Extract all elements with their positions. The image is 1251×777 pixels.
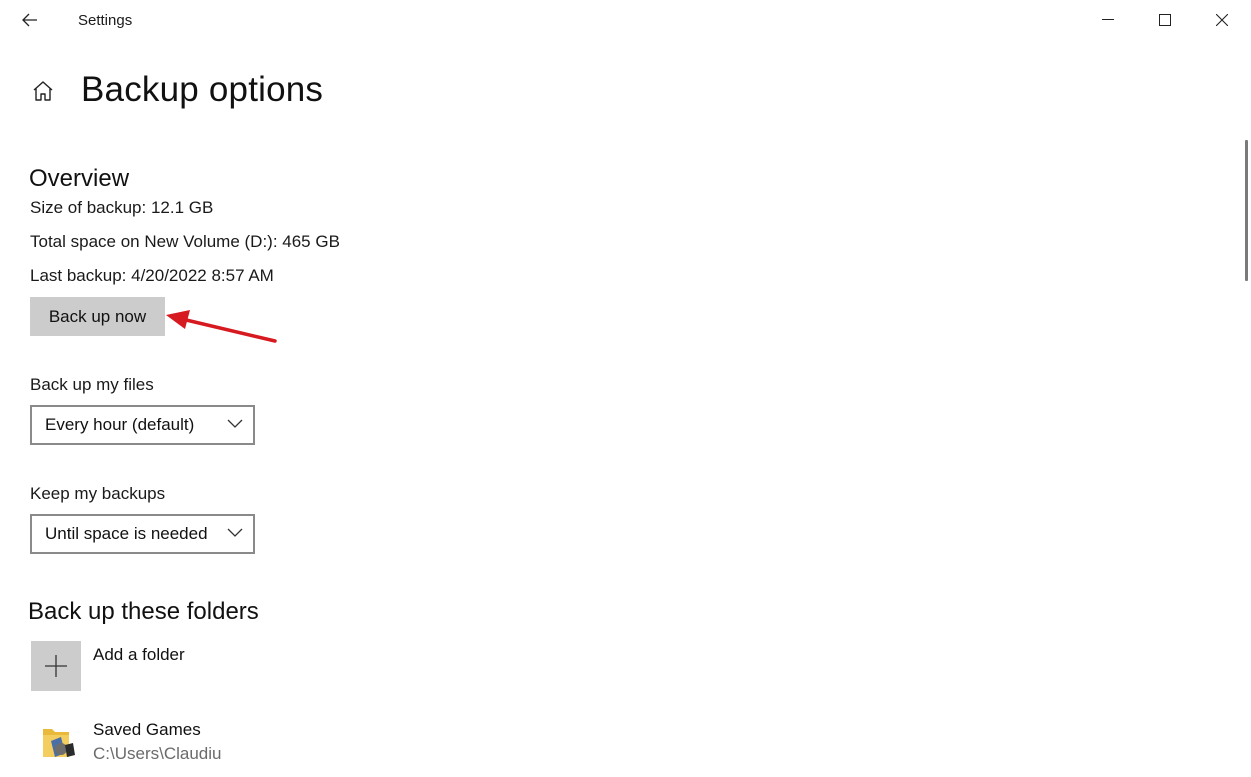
close-button[interactable]	[1194, 0, 1250, 40]
backup-frequency-value: Every hour (default)	[45, 415, 195, 434]
maximize-button[interactable]	[1137, 0, 1193, 40]
annotation-arrow	[166, 310, 277, 343]
folder-list-item[interactable]: Saved Games C:\Users\Claudiu	[31, 715, 291, 770]
overview-heading: Overview	[29, 165, 130, 192]
add-folder-button[interactable]	[31, 641, 81, 691]
folders-heading: Back up these folders	[28, 598, 259, 625]
home-button[interactable]	[28, 76, 58, 106]
home-icon	[33, 81, 53, 101]
keep-backups-value: Until space is needed	[45, 524, 208, 543]
total-space: Total space on New Volume (D:): 465 GB	[30, 232, 340, 251]
back-button[interactable]	[14, 6, 46, 34]
minimize-icon	[1102, 19, 1114, 20]
plus-icon	[45, 655, 67, 677]
maximize-icon	[1159, 14, 1171, 26]
chevron-down-icon	[227, 528, 243, 537]
minimize-button[interactable]	[1080, 0, 1136, 40]
keep-backups-label: Keep my backups	[30, 484, 166, 503]
backup-frequency-select[interactable]: Every hour (default)	[30, 405, 255, 445]
arrow-left-icon	[22, 13, 37, 27]
window-title: Settings	[78, 12, 133, 29]
folder-path: C:\Users\Claudiu	[93, 744, 222, 763]
close-icon	[1216, 14, 1228, 26]
size-of-backup: Size of backup: 12.1 GB	[30, 198, 214, 217]
page-title: Backup options	[81, 70, 324, 109]
keep-backups-select[interactable]: Until space is needed	[30, 514, 255, 554]
folder-name: Saved Games	[93, 720, 201, 739]
back-up-now-button[interactable]: Back up now	[30, 297, 165, 336]
scrollbar-thumb[interactable]	[1245, 140, 1248, 281]
chevron-down-icon	[227, 419, 243, 428]
backup-files-label: Back up my files	[30, 375, 154, 394]
add-folder-label[interactable]: Add a folder	[93, 645, 185, 665]
last-backup: Last backup: 4/20/2022 8:57 AM	[30, 266, 274, 285]
saved-games-folder-icon	[43, 729, 75, 757]
